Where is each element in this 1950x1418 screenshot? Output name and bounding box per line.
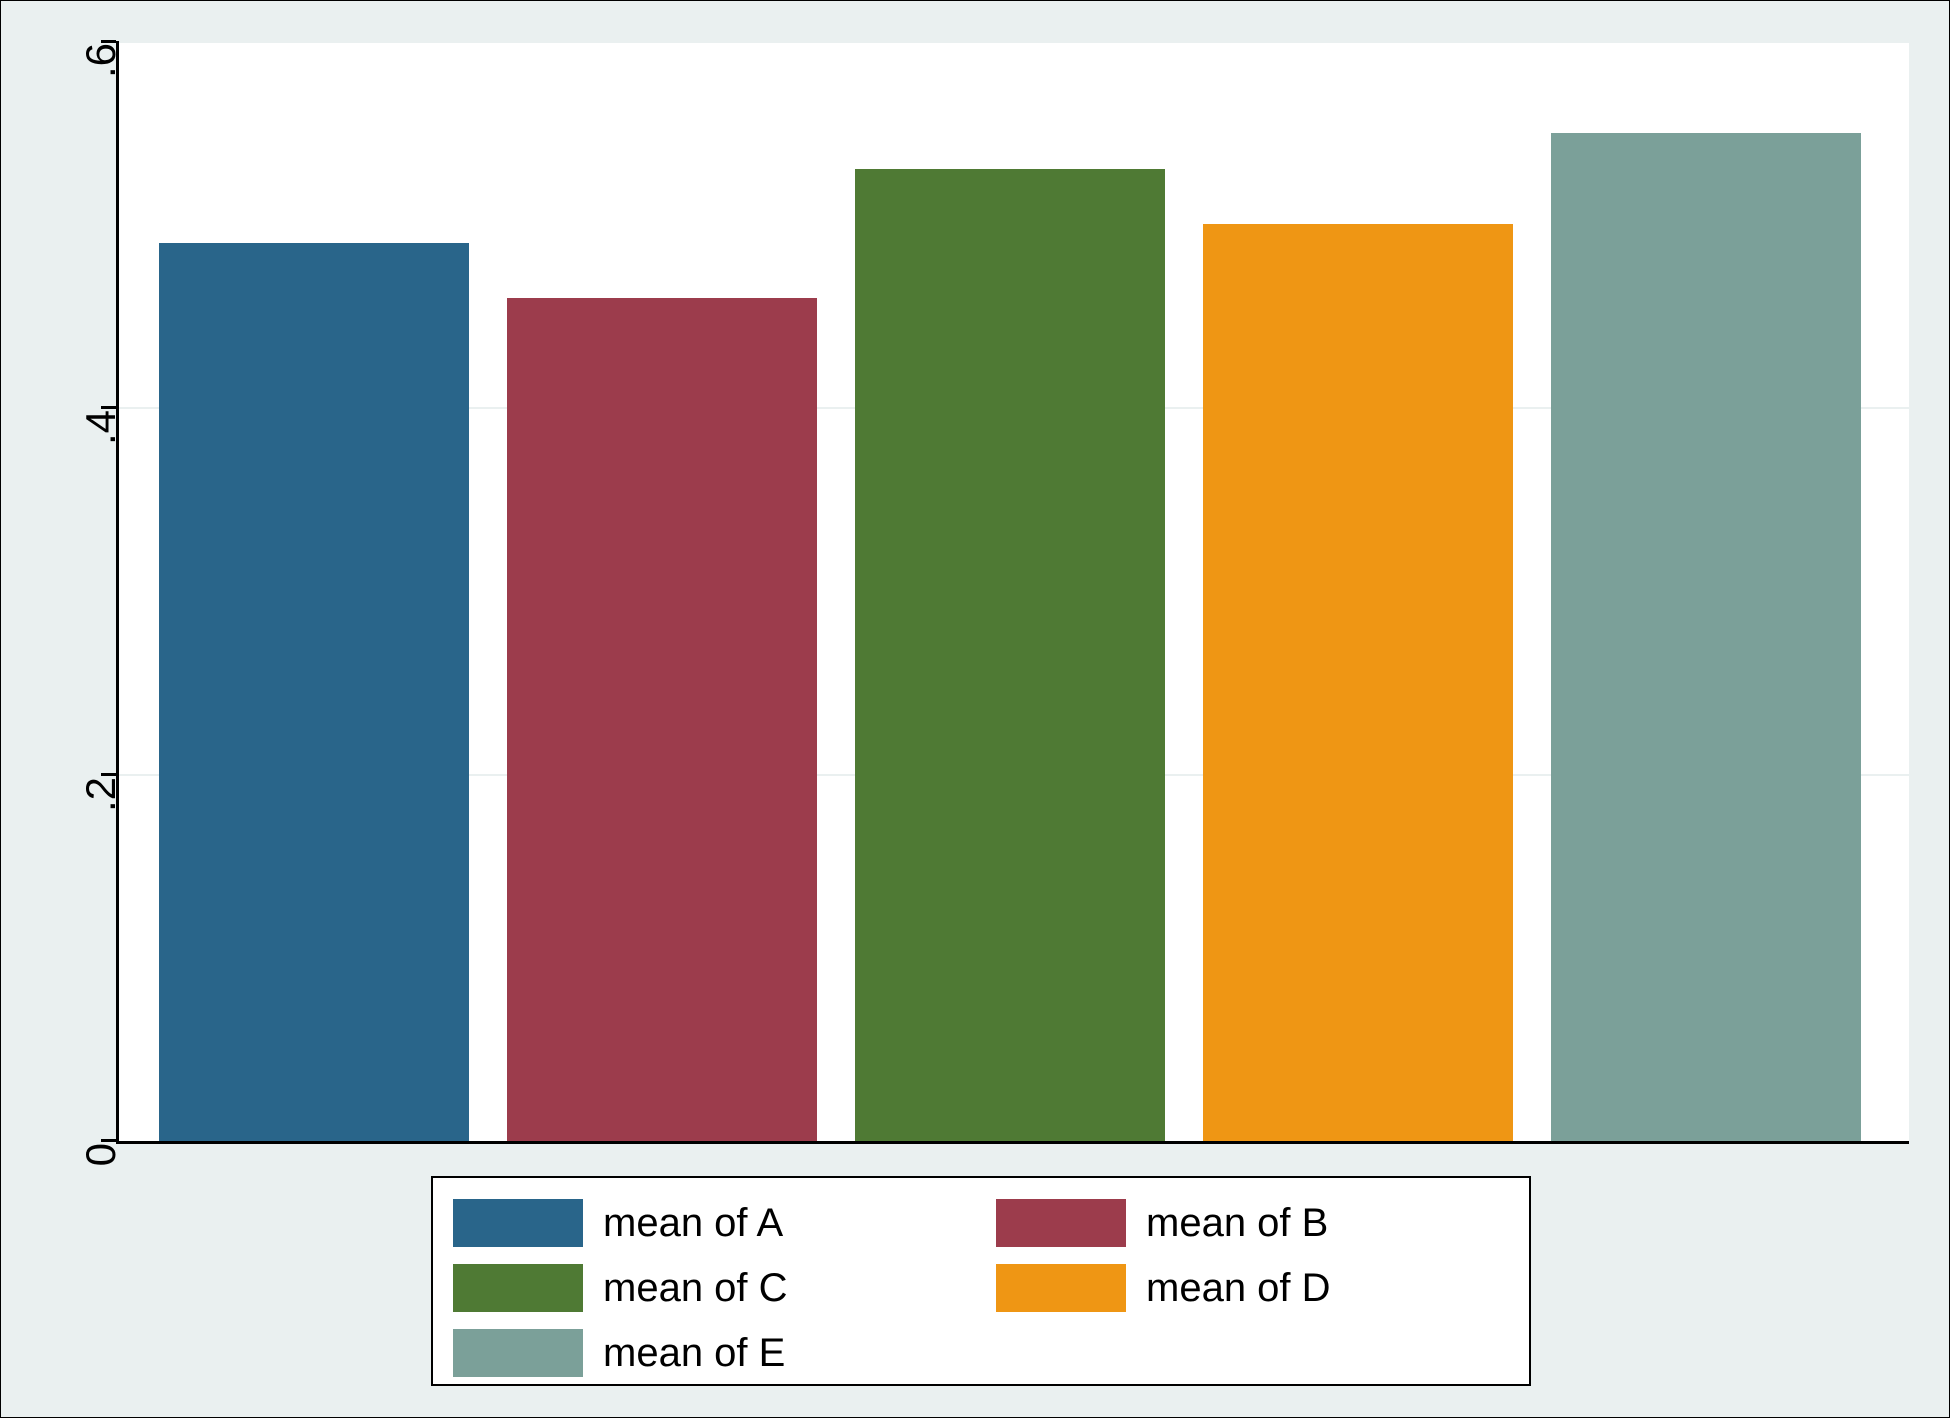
plot-area [116, 41, 1909, 1144]
legend-item-E: mean of E [453, 1323, 966, 1383]
legend-swatch [453, 1199, 583, 1247]
chart-container: 0 .2 .4 .6 mean of A mean of B [0, 0, 1950, 1418]
bar-D [1203, 224, 1513, 1141]
legend-item-A: mean of A [453, 1193, 966, 1253]
bar-B [507, 298, 817, 1141]
legend-label: mean of E [603, 1331, 785, 1376]
y-tick-mark [101, 1139, 116, 1142]
legend-label: mean of D [1146, 1266, 1331, 1311]
legend-swatch [996, 1264, 1126, 1312]
legend-label: mean of C [603, 1266, 788, 1311]
legend-swatch [453, 1264, 583, 1312]
y-tick-mark [101, 406, 116, 409]
legend-item-B: mean of B [996, 1193, 1509, 1253]
gridline [119, 41, 1909, 43]
legend-item-D: mean of D [996, 1258, 1509, 1318]
legend-item-C: mean of C [453, 1258, 966, 1318]
legend-swatch [453, 1329, 583, 1377]
y-tick-mark [101, 40, 116, 43]
y-tick-mark [101, 773, 116, 776]
y-tick-label: 0 [77, 1143, 125, 1243]
bar-A [159, 243, 469, 1141]
bar-C [855, 169, 1165, 1141]
legend-swatch [996, 1199, 1126, 1247]
legend: mean of A mean of B mean of C mean of D … [431, 1176, 1531, 1386]
legend-label: mean of A [603, 1201, 783, 1246]
legend-label: mean of B [1146, 1201, 1328, 1246]
bar-E [1551, 133, 1861, 1141]
